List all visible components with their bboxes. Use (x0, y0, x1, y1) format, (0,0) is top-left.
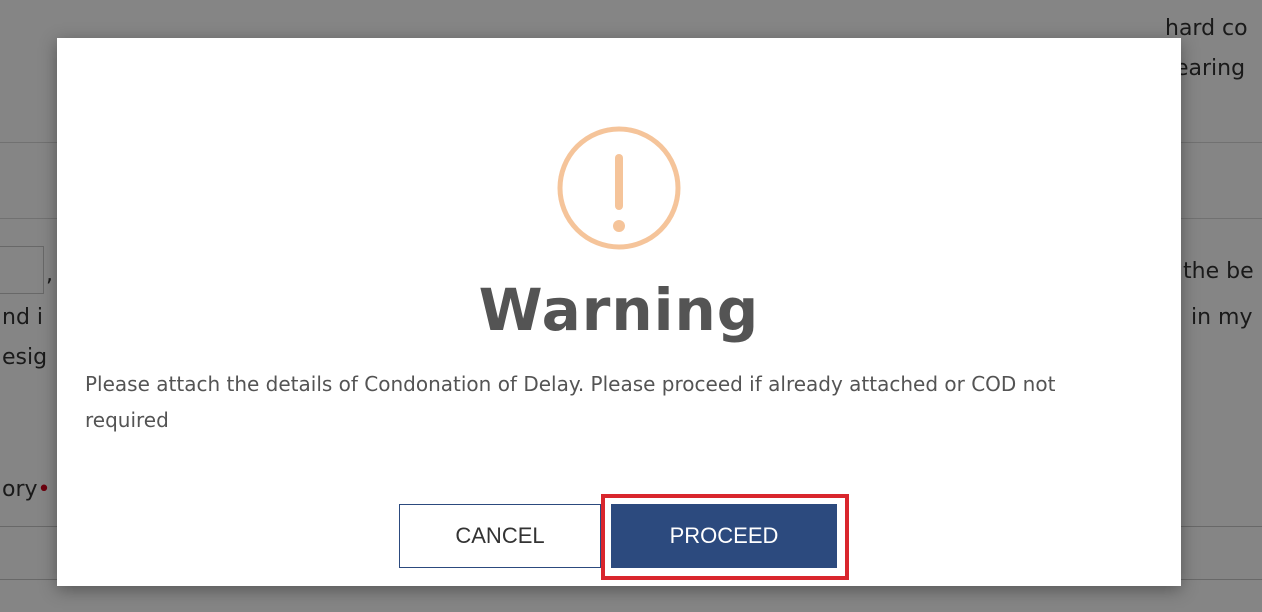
cancel-button[interactable]: CANCEL (399, 504, 601, 568)
warning-dialog: Warning Please attach the details of Con… (57, 38, 1181, 586)
proceed-button[interactable]: PROCEED (611, 504, 837, 568)
dialog-title: Warning (478, 276, 760, 344)
dialog-message: Please attach the details of Condonation… (85, 372, 1056, 432)
exclamation-circle-icon (557, 126, 681, 250)
